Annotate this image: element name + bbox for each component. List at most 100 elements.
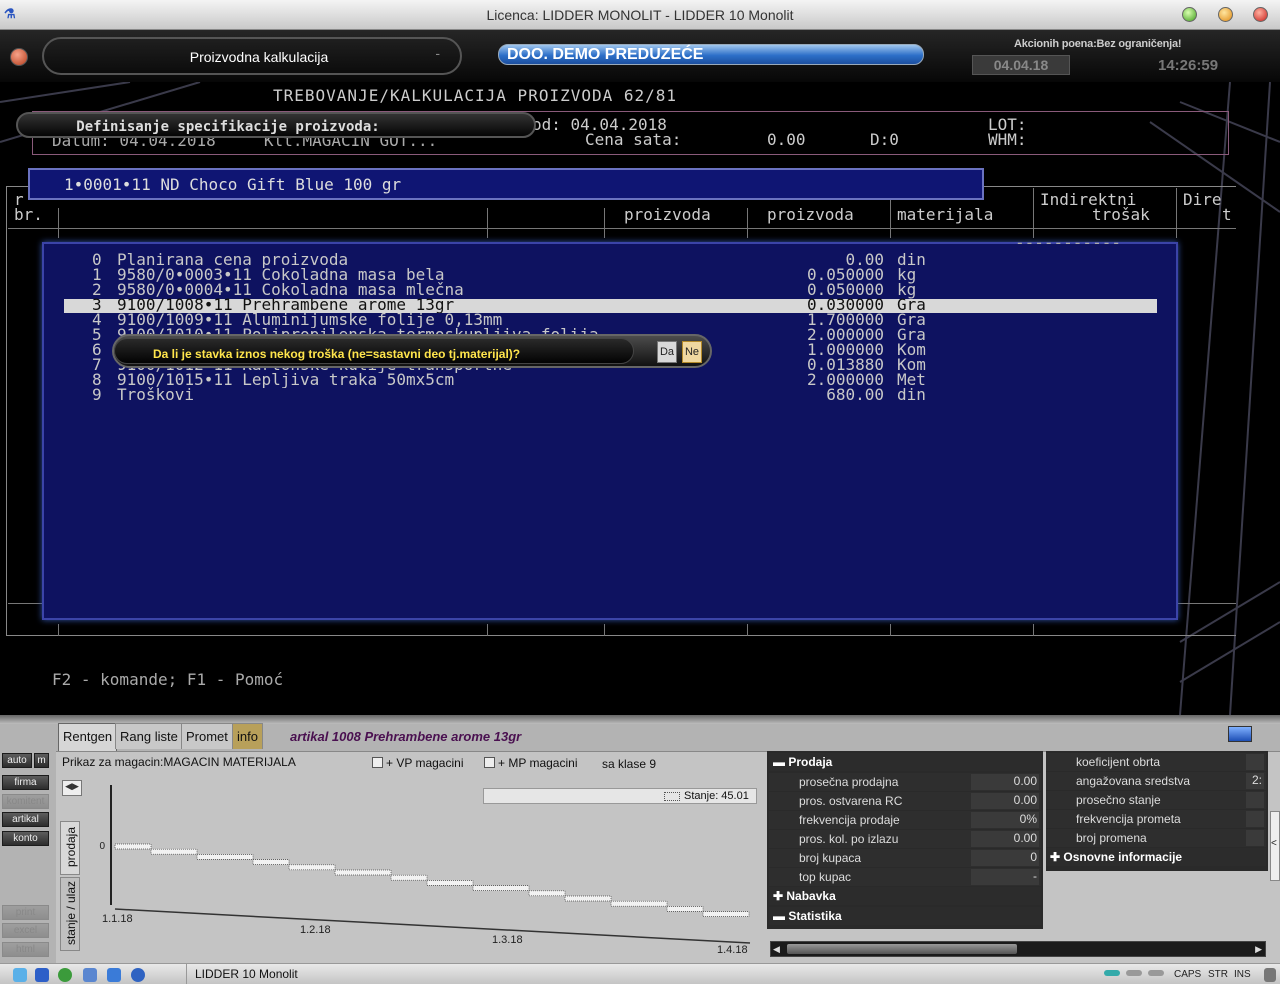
m-button[interactable]: m: [34, 753, 49, 768]
vp-magacini-checkbox[interactable]: + VP magacini: [372, 756, 464, 770]
col-divider-2: [487, 208, 488, 238]
chart-steps: [114, 843, 750, 917]
side-scroll-handle[interactable]: <: [1270, 811, 1280, 881]
vtab-prodaja[interactable]: prodaja: [60, 821, 80, 875]
company-bar: DOO. DEMO PREDUZEĆE: [498, 44, 924, 65]
col-divider-1: [58, 208, 59, 238]
prodaja-row-value: 0.00: [971, 831, 1039, 847]
help-icon[interactable]: [131, 968, 145, 982]
windows-icon[interactable]: [13, 968, 27, 982]
network-icon: [1104, 970, 1120, 976]
module-selector[interactable]: Proizvodna kalkulacija -: [42, 37, 462, 75]
str-indicator: STR: [1208, 969, 1228, 980]
auto-button[interactable]: auto: [2, 753, 32, 768]
vtab-stanje-ulaz[interactable]: stanje / ulaz: [60, 877, 80, 951]
spec-row-unit: din: [897, 385, 926, 404]
right-row-label: angažovana sredstva: [1076, 774, 1191, 788]
monitor-icon[interactable]: [1228, 726, 1252, 742]
artikal-button[interactable]: artikal: [2, 812, 49, 827]
globe-icon[interactable]: [58, 968, 72, 982]
prodaja-row-label: pros. ostvarena RC: [799, 794, 903, 808]
tray-icon: [1264, 968, 1276, 982]
vp-checkbox-icon[interactable]: [372, 757, 383, 768]
col-divider-4: [747, 208, 748, 238]
chart-nav-button[interactable]: ◀▶: [62, 780, 82, 796]
mp-magacini-checkbox[interactable]: + MP magacini: [484, 756, 577, 770]
collapse-icon: ▬: [773, 909, 789, 923]
chart-step: [288, 864, 336, 871]
col-foot-1: [58, 624, 59, 636]
cena-sata-label: Cena sata:: [585, 130, 682, 149]
dialog-no-button[interactable]: Ne: [682, 341, 702, 363]
taskbar-app-label: LIDDER 10 Monolit: [195, 967, 298, 981]
osnovne-title: Osnovne informacije: [1063, 850, 1183, 864]
taskbar-app[interactable]: LIDDER 10 Monolit: [186, 964, 298, 984]
chart-step: [564, 895, 612, 902]
app-window: ⚗ Licenca: LIDDER MONOLIT - LIDDER 10 Mo…: [0, 0, 1280, 984]
mp-checkbox-icon[interactable]: [484, 757, 495, 768]
konto-button[interactable]: konto: [2, 831, 49, 846]
spec-row-value: 680.00: [826, 385, 884, 404]
prodaja-row: pros. ostvarena RC 0.00: [769, 792, 1041, 810]
tab-info[interactable]: info: [232, 723, 263, 749]
date-display: 04.04.18: [972, 55, 1070, 75]
chart-x-label-2: 1.2.18: [300, 924, 331, 936]
exit-icon[interactable]: [10, 48, 28, 66]
maximize-button[interactable]: [1218, 7, 1233, 22]
col-header-proizvoda-2: proizvoda: [767, 205, 854, 224]
chart-step: [472, 885, 530, 891]
module-arrow-icon: -: [435, 45, 440, 61]
prodaja-row-value: -: [971, 869, 1039, 885]
nabavka-header[interactable]: ✚ Nabavka: [769, 887, 1041, 905]
collapse-icon: ▬: [773, 755, 789, 769]
caps-indicator: CAPS: [1174, 969, 1202, 980]
prodaja-header[interactable]: ▬ Prodaja: [769, 753, 1041, 771]
excel-button[interactable]: excel: [2, 923, 49, 938]
print-button[interactable]: print: [2, 905, 49, 920]
chart-x-label-4: 1.4.18: [717, 944, 748, 956]
mail-icon[interactable]: [107, 968, 121, 982]
dialog-yes-button[interactable]: Da: [657, 341, 677, 363]
spec-row-number: 9: [92, 385, 102, 404]
chart-step: [528, 890, 566, 897]
spec-row-name: 9100/1009•11 Aluminijumske folije 0,13mm: [117, 312, 503, 328]
scroll-thumb[interactable]: [787, 944, 1017, 954]
col-header-br: br.: [14, 205, 43, 224]
prodaja-row-label: frekvencija prodaje: [799, 813, 900, 827]
statistika-header[interactable]: ▬ Statistika: [769, 907, 1041, 925]
prodaja-row-value: 0.00: [971, 774, 1039, 790]
user-icon[interactable]: [83, 968, 97, 982]
col-header-dire: Dire: [1183, 190, 1222, 209]
html-button[interactable]: html: [2, 942, 49, 957]
chart-step: [610, 900, 668, 907]
firma-button[interactable]: firma: [2, 775, 49, 790]
tab-rang-liste[interactable]: Rang liste: [115, 723, 183, 749]
col-divider-7: [1176, 188, 1177, 238]
tab-promet[interactable]: Promet: [181, 723, 233, 749]
sa-klase-label: sa klase 9: [602, 757, 657, 771]
prodaja-row-label: pros. kol. po izlazu: [799, 832, 899, 846]
prikaz-label: Prikaz za magacin:MAGACIN MATERIJALA: [62, 755, 296, 769]
minimize-button[interactable]: [1182, 7, 1197, 22]
right-info-row: prosečno stanje: [1046, 791, 1266, 809]
col-foot-3: [604, 624, 605, 636]
horizontal-scrollbar[interactable]: ◀ ▶: [770, 941, 1266, 957]
scroll-right-arrow[interactable]: ▶: [1255, 944, 1262, 955]
right-row-value: [1246, 792, 1264, 808]
statistika-title: Statistika: [788, 909, 842, 923]
col-divider-3: [604, 208, 605, 238]
close-button[interactable]: [1253, 7, 1268, 22]
whm-label: WHM:: [988, 130, 1027, 149]
scroll-left-arrow[interactable]: ◀: [773, 944, 780, 955]
osnovne-header[interactable]: ✚ Osnovne informacije: [1046, 848, 1266, 866]
window-icon[interactable]: [35, 968, 49, 982]
tab-rentgen[interactable]: Rentgen: [58, 723, 118, 751]
nabavka-title: Nabavka: [786, 889, 836, 903]
prodaja-title: Prodaja: [788, 755, 833, 769]
right-info-row: koeficijent obrta: [1046, 753, 1266, 771]
app-header: Proizvodna kalkulacija - DOO. DEMO PREDU…: [0, 30, 1280, 82]
chart-y-tick: 0: [99, 841, 105, 852]
module-label: Proizvodna kalkulacija: [189, 49, 329, 65]
prodaja-row-label: broj kupaca: [799, 851, 862, 865]
komitent-button[interactable]: komitent: [2, 794, 49, 809]
